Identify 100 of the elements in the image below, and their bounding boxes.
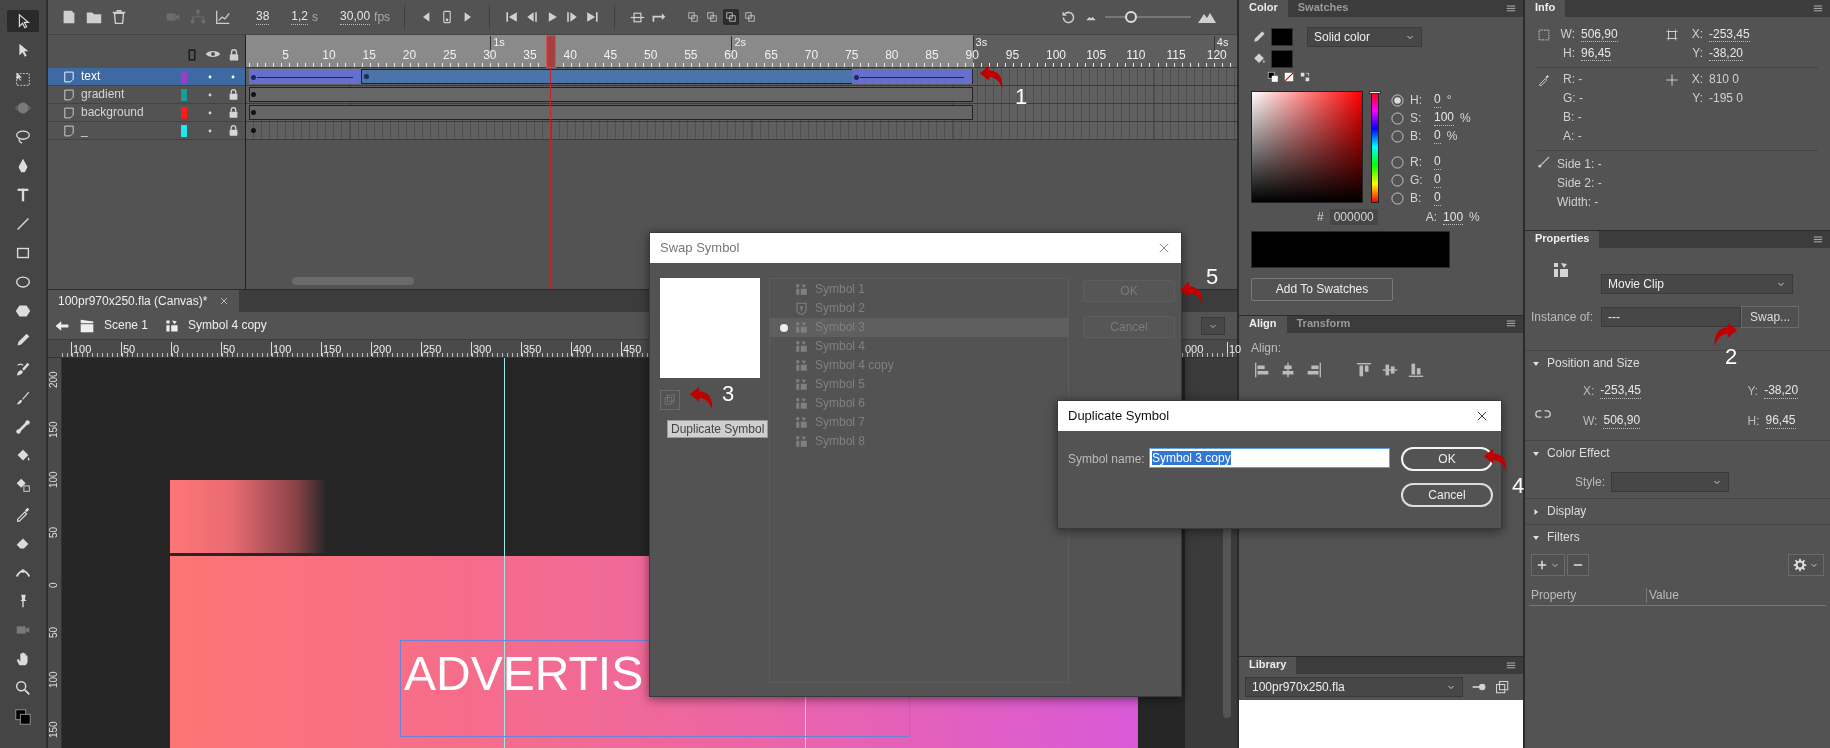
playhead-handle[interactable] bbox=[546, 35, 557, 68]
section-header[interactable]: Color Effect bbox=[1547, 446, 1610, 461]
align-right-icon[interactable] bbox=[1305, 361, 1323, 380]
field-value[interactable]: 100 bbox=[1434, 110, 1455, 126]
zoom-slider[interactable] bbox=[1105, 11, 1191, 23]
frame-number: 25 bbox=[442, 48, 457, 63]
radio-button[interactable] bbox=[1391, 191, 1404, 205]
frame-number: 95 bbox=[1005, 48, 1020, 63]
new-window-icon[interactable] bbox=[1495, 679, 1510, 695]
last-frame-icon[interactable] bbox=[584, 9, 601, 25]
fill-type-dropdown[interactable]: Solid color bbox=[1307, 27, 1422, 47]
tool-button[interactable] bbox=[7, 10, 39, 32]
breadcrumb-item[interactable]: Scene 1 bbox=[104, 318, 149, 333]
panel-tab[interactable]: Library bbox=[1239, 657, 1297, 674]
panel-tab[interactable]: Properties bbox=[1525, 231, 1600, 248]
field-label: H: bbox=[1562, 46, 1575, 61]
cancel-button[interactable]: Cancel bbox=[1401, 483, 1493, 507]
field-value[interactable]: 0 bbox=[1434, 154, 1441, 170]
frame-number: 80 bbox=[885, 48, 899, 63]
ruler-label: 150 bbox=[321, 342, 342, 356]
section-header[interactable]: Display bbox=[1547, 504, 1587, 519]
add-filter-button[interactable] bbox=[1531, 554, 1565, 576]
close-icon[interactable] bbox=[1475, 409, 1489, 423]
ruler-label: 50 bbox=[48, 526, 60, 538]
panel-tab[interactable]: Info bbox=[1525, 0, 1566, 17]
fps-value[interactable]: 30,00 bbox=[340, 9, 371, 25]
field-value[interactable]: 0 bbox=[1434, 92, 1441, 108]
onion-skin-icon[interactable] bbox=[723, 9, 740, 25]
field-value[interactable]: 100 bbox=[1443, 209, 1464, 225]
lock-icon[interactable] bbox=[227, 48, 241, 62]
section-header[interactable]: Filters bbox=[1547, 530, 1580, 545]
field-label: X: bbox=[1690, 72, 1703, 87]
filter-options-button[interactable] bbox=[1788, 554, 1824, 576]
color-readout: G: - bbox=[1563, 91, 1583, 106]
hex-field[interactable]: 000000 bbox=[1329, 209, 1378, 226]
swap-colors-icon[interactable] bbox=[1299, 71, 1311, 83]
layer-row[interactable]: background bbox=[48, 104, 245, 122]
panel-tab[interactable]: Transform bbox=[1286, 315, 1361, 333]
field-value[interactable]: 506,90 bbox=[1603, 413, 1641, 429]
pencil-icon[interactable] bbox=[1251, 29, 1267, 45]
frame-number: 35 bbox=[523, 48, 537, 63]
color-picker[interactable] bbox=[1251, 91, 1363, 203]
field-value[interactable]: 0 bbox=[1434, 190, 1441, 206]
radio-button[interactable] bbox=[1391, 155, 1404, 169]
radio-button[interactable] bbox=[1391, 93, 1404, 107]
instance-field[interactable]: --- bbox=[1601, 307, 1742, 327]
duplicate-icon bbox=[664, 394, 676, 406]
movie-clip-icon bbox=[794, 339, 809, 354]
radio-button[interactable] bbox=[1391, 129, 1404, 143]
field-value[interactable]: 0 bbox=[1434, 128, 1441, 144]
breadcrumb-item[interactable]: Symbol 4 copy bbox=[188, 318, 267, 333]
hue-slider[interactable] bbox=[1371, 91, 1379, 203]
step-number: 2 bbox=[1725, 346, 1738, 368]
symbol-name-field[interactable]: Symbol 3 copy bbox=[1149, 448, 1390, 468]
panel-tab[interactable]: Swatches bbox=[1287, 0, 1359, 17]
ok-button[interactable]: OK bbox=[1401, 447, 1493, 471]
align-bottom-icon[interactable] bbox=[1407, 361, 1425, 380]
field-label: B: bbox=[1410, 190, 1423, 206]
field-value[interactable]: 96,45 bbox=[1765, 413, 1796, 429]
field-label: Instance of: bbox=[1531, 309, 1594, 325]
field-value[interactable]: 0 bbox=[1434, 172, 1441, 188]
frame-number: 100 bbox=[1045, 48, 1066, 63]
layer-row[interactable]: _ bbox=[48, 122, 245, 140]
zoom-dropdown[interactable] bbox=[1201, 316, 1225, 335]
delete-icon[interactable] bbox=[110, 8, 128, 26]
no-color-icon[interactable] bbox=[1283, 71, 1295, 83]
graph-icon[interactable] bbox=[214, 8, 232, 26]
field-label: Y: bbox=[1691, 91, 1703, 106]
step-number: 5 bbox=[1206, 266, 1219, 288]
remove-filter-button[interactable] bbox=[1567, 554, 1589, 576]
ruler-label: 50 bbox=[48, 626, 60, 638]
layer-row[interactable]: text bbox=[48, 68, 245, 86]
movie-clip-icon bbox=[794, 320, 809, 335]
align-left-icon[interactable] bbox=[1253, 361, 1271, 380]
radio-button[interactable] bbox=[1391, 111, 1404, 125]
fill-color-swatch[interactable] bbox=[1271, 50, 1293, 68]
field-value[interactable]: -38,20 bbox=[1764, 383, 1799, 399]
swap-button[interactable]: Swap... bbox=[1741, 306, 1800, 328]
radio-button[interactable] bbox=[1391, 173, 1404, 187]
default-colors-icon[interactable] bbox=[1267, 71, 1279, 83]
color-readout: A: - bbox=[1563, 129, 1582, 144]
time-value[interactable]: 1,2 bbox=[291, 9, 309, 25]
panel-tab[interactable]: Color bbox=[1239, 0, 1288, 17]
layer-row[interactable]: gradient bbox=[48, 86, 245, 104]
ruler-label: 000 bbox=[1184, 342, 1204, 356]
stroke-color-swatch[interactable] bbox=[1271, 28, 1293, 46]
field-value[interactable]: -253,45 bbox=[1600, 383, 1642, 399]
layer-icon bbox=[62, 123, 76, 138]
movie-clip-icon bbox=[794, 358, 809, 373]
current-frame[interactable]: 38 bbox=[256, 9, 270, 25]
button-symbol-icon bbox=[794, 301, 809, 316]
frame-number: 55 bbox=[684, 48, 698, 63]
frame-number: 90 bbox=[965, 48, 979, 63]
library-dropdown[interactable]: 100pr970x250.fla bbox=[1245, 677, 1463, 697]
symbol-type-dropdown[interactable]: Movie Clip bbox=[1601, 274, 1793, 294]
hex-label: # bbox=[1317, 210, 1324, 225]
add-to-swatches-button[interactable]: Add To Swatches bbox=[1251, 278, 1393, 301]
panel-tab[interactable]: Align bbox=[1239, 315, 1287, 333]
slider-thumb[interactable] bbox=[1369, 91, 1381, 94]
section-header[interactable]: Position and Size bbox=[1547, 356, 1640, 371]
